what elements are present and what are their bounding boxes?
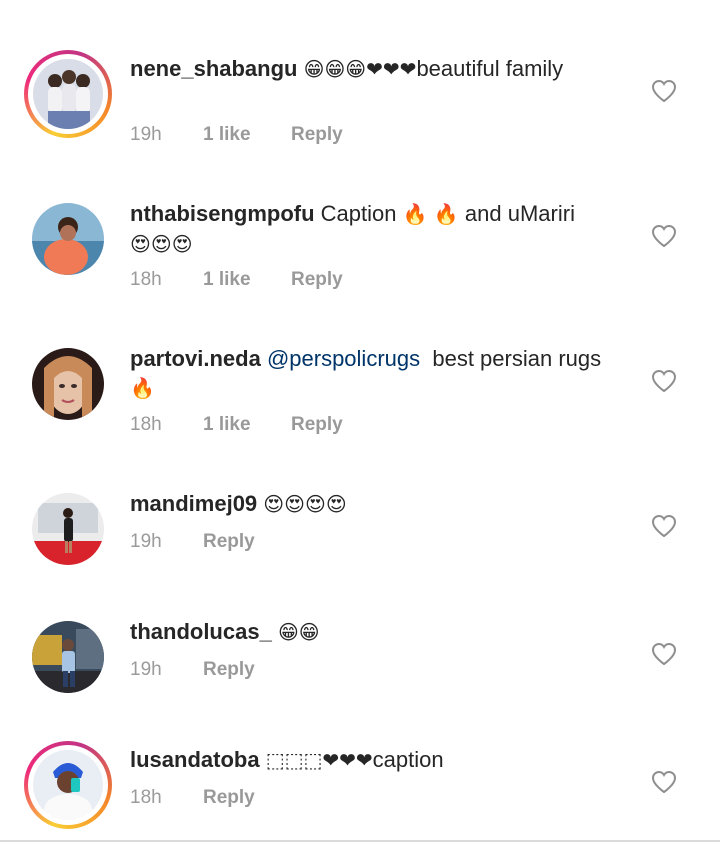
avatar-frame[interactable] [32, 203, 104, 275]
reply-button[interactable]: Reply [203, 787, 255, 809]
reply-button[interactable]: Reply [291, 269, 343, 291]
likes-count[interactable]: 1 like [203, 269, 291, 291]
heart-outline-icon[interactable] [651, 770, 677, 794]
avatar[interactable] [32, 203, 104, 275]
avatar[interactable] [32, 493, 104, 565]
timestamp: 19h [130, 124, 162, 145]
divider [0, 840, 720, 842]
emoji-text: 😁😁😁❤❤❤ [303, 57, 417, 81]
avatar-frame[interactable] [32, 621, 104, 693]
timestamp: 18h [130, 414, 162, 435]
username[interactable]: thandolucas_ [130, 619, 272, 644]
mention-link[interactable]: @perspolicrugs [267, 346, 420, 371]
heart-outline-icon[interactable] [651, 79, 677, 103]
reply-button[interactable]: Reply [291, 414, 343, 436]
story-ring[interactable] [24, 50, 112, 138]
username[interactable]: partovi.neda [130, 346, 261, 371]
username[interactable]: nthabisengmpofu [130, 201, 315, 226]
emoji-text: 🔥 🔥 [402, 202, 459, 226]
timestamp: 18h [130, 269, 162, 290]
comment-text: and uMariri [458, 201, 575, 226]
heart-outline-icon[interactable] [651, 642, 677, 666]
username[interactable]: nene_shabangu [130, 56, 297, 81]
avatar[interactable] [33, 59, 103, 129]
emoji-text: 🔥 [130, 376, 155, 400]
username[interactable]: mandimej09 [130, 491, 257, 516]
avatar[interactable] [32, 348, 104, 420]
reply-button[interactable]: Reply [203, 531, 255, 553]
timestamp: 18h [130, 787, 162, 808]
comment-text: caption [372, 747, 444, 772]
avatar-frame[interactable] [32, 493, 104, 565]
avatar-frame[interactable] [32, 348, 104, 420]
reply-button[interactable]: Reply [291, 124, 343, 146]
story-ring[interactable] [24, 741, 112, 829]
heart-outline-icon[interactable] [651, 514, 677, 538]
heart-outline-icon[interactable] [651, 369, 677, 393]
emoji-text: 😍😍😍😍 [263, 492, 347, 516]
timestamp: 19h [130, 659, 162, 680]
username[interactable]: lusandatoba [130, 747, 260, 772]
emoji-text: 😍😍😍 [130, 232, 193, 256]
heart-outline-icon[interactable] [651, 224, 677, 248]
likes-count[interactable]: 1 like [203, 124, 291, 146]
avatar[interactable] [32, 621, 104, 693]
emoji-text: 😁😁 [277, 620, 320, 644]
timestamp: 19h [130, 531, 162, 552]
emoji-text: ⬚⬚⬚❤❤❤ [265, 748, 373, 772]
comment-text: Caption [320, 201, 403, 226]
reply-button[interactable]: Reply [203, 659, 255, 681]
likes-count[interactable]: 1 like [203, 414, 291, 436]
comment-text: beautiful family [416, 56, 564, 81]
comment-text: best persian rugs [420, 346, 608, 371]
avatar[interactable] [33, 750, 103, 820]
